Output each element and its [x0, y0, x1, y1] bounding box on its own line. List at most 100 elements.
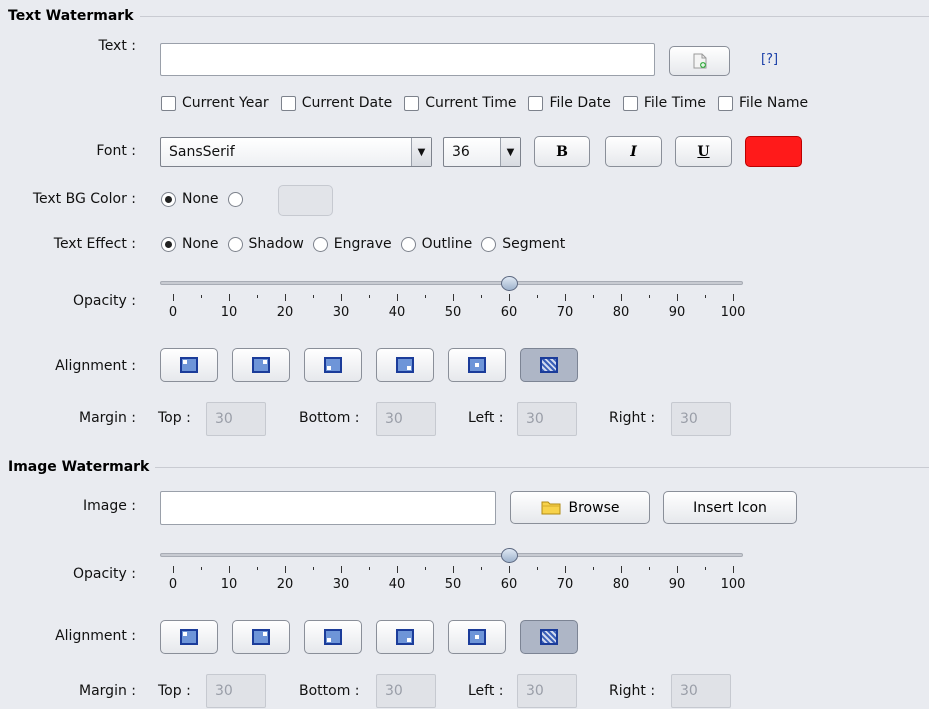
slider-thumb[interactable]	[501, 548, 518, 563]
align-tile-button[interactable]	[520, 620, 578, 654]
bold-button[interactable]: B	[534, 136, 590, 167]
underline-button[interactable]: U	[675, 136, 732, 167]
alignment-label: Alignment :	[55, 358, 136, 374]
radio-button[interactable]	[481, 236, 497, 252]
align-top-right-icon	[252, 357, 270, 373]
align-tile-button[interactable]	[520, 348, 578, 382]
align-center-button[interactable]	[448, 620, 506, 654]
checkbox-box[interactable]	[404, 95, 420, 111]
effect-shadow[interactable]: Shadow	[227, 236, 304, 252]
margin-right-field[interactable]: 30	[671, 674, 731, 708]
checkbox-file-name[interactable]: File Name	[717, 95, 808, 111]
effect-engrave[interactable]: Engrave	[312, 236, 392, 252]
margin-top-field[interactable]: 30	[206, 402, 266, 436]
slider-tick-label: 60	[500, 577, 518, 592]
checkbox-box[interactable]	[717, 95, 733, 111]
slider-tick	[257, 295, 258, 298]
align-center-button[interactable]	[448, 348, 506, 382]
browse-button[interactable]: Browse	[510, 491, 650, 524]
italic-button[interactable]: I	[605, 136, 662, 167]
margin-top-field[interactable]: 30	[206, 674, 266, 708]
align-bottom-left-button[interactable]	[304, 348, 362, 382]
slider-tick-label: 50	[444, 577, 462, 592]
bg-option-color-radio[interactable]	[227, 191, 243, 207]
opacity-slider[interactable]: 0 10 20 30 40 50 60 70 80 90 100	[160, 276, 745, 336]
checkbox-box[interactable]	[622, 95, 638, 111]
align-bottom-right-button[interactable]	[376, 620, 434, 654]
text-color-swatch[interactable]	[745, 136, 802, 167]
slider-tick	[285, 566, 286, 573]
text-effect-label: Text Effect :	[53, 236, 136, 252]
slider-tick	[649, 295, 650, 298]
align-top-right-button[interactable]	[232, 620, 290, 654]
chevron-down-icon[interactable]: ▼	[500, 138, 520, 166]
align-top-left-icon	[180, 357, 198, 373]
radio-button[interactable]	[312, 236, 328, 252]
margin-left-field[interactable]: 30	[517, 674, 577, 708]
slider-thumb[interactable]	[501, 276, 518, 291]
effect-none[interactable]: None	[161, 236, 219, 252]
effect-segment[interactable]: Segment	[481, 236, 565, 252]
align-top-left-button[interactable]	[160, 620, 218, 654]
chevron-down-icon[interactable]: ▼	[411, 138, 431, 166]
checkbox-box[interactable]	[528, 95, 544, 111]
font-family-value: SansSerif	[169, 144, 235, 160]
section-title-text: Text Watermark	[8, 8, 134, 24]
slider-tick	[229, 566, 230, 573]
slider-tick-label: 30	[332, 305, 350, 320]
margin-right-field[interactable]: 30	[671, 402, 731, 436]
font-size-select[interactable]: 36 ▼	[443, 137, 521, 167]
insert-text-button[interactable]	[669, 46, 730, 76]
radio-button[interactable]	[161, 191, 176, 207]
align-top-left-button[interactable]	[160, 348, 218, 382]
align-bottom-left-button[interactable]	[304, 620, 362, 654]
slider-tick	[369, 295, 370, 298]
slider-track[interactable]	[160, 281, 743, 285]
margin-bottom-field[interactable]: 30	[376, 402, 436, 436]
checkbox-file-date[interactable]: File Date	[528, 95, 611, 111]
bg-option-none[interactable]: None	[161, 191, 219, 207]
radio-button[interactable]	[161, 236, 176, 252]
slider-tick	[313, 295, 314, 298]
align-bottom-right-button[interactable]	[376, 348, 434, 382]
slider-tick	[369, 567, 370, 570]
font-family-select[interactable]: SansSerif ▼	[160, 137, 432, 167]
checkbox-file-time[interactable]: File Time	[622, 95, 706, 111]
radio-button[interactable]	[227, 236, 243, 252]
slider-tick	[705, 295, 706, 298]
slider-tick-label: 90	[668, 577, 686, 592]
slider-tick	[649, 567, 650, 570]
checkbox-current-year[interactable]: Current Year	[161, 95, 269, 111]
slider-tick	[313, 567, 314, 570]
margin-left-field[interactable]: 30	[517, 402, 577, 436]
image-watermark-section-title: Image Watermark	[8, 459, 929, 475]
slider-tick-label: 70	[556, 305, 574, 320]
insert-icon-button[interactable]: Insert Icon	[663, 491, 797, 524]
align-top-right-button[interactable]	[232, 348, 290, 382]
slider-tick	[397, 566, 398, 573]
slider-tick-label: 30	[332, 577, 350, 592]
checkbox-box[interactable]	[280, 95, 296, 111]
radio-label: Shadow	[248, 236, 304, 252]
help-link[interactable]: [?]	[761, 52, 778, 67]
bg-color-swatch[interactable]	[278, 185, 333, 216]
image-path-input[interactable]	[160, 491, 496, 525]
slider-tick	[565, 566, 566, 573]
checkbox-label: Current Date	[301, 95, 393, 111]
text-input[interactable]	[160, 43, 655, 76]
slider-track[interactable]	[160, 553, 743, 557]
slider-tick	[425, 295, 426, 298]
align-bottom-left-icon	[324, 629, 342, 645]
checkbox-current-date[interactable]: Current Date	[280, 95, 393, 111]
radio-button[interactable]	[400, 236, 416, 252]
checkbox-box[interactable]	[161, 95, 176, 111]
margin-bottom-field[interactable]: 30	[376, 674, 436, 708]
opacity-slider[interactable]: 0 10 20 30 40 50 60 70 80 90 100	[160, 548, 745, 608]
insert-icon-label: Insert Icon	[693, 499, 767, 516]
effect-outline[interactable]: Outline	[400, 236, 472, 252]
opacity-label: Opacity :	[72, 293, 136, 309]
checkbox-current-time[interactable]: Current Time	[404, 95, 516, 111]
slider-tick-label: 0	[168, 305, 178, 320]
align-center-icon	[468, 357, 486, 373]
margin-top-label: Top :	[158, 410, 191, 426]
